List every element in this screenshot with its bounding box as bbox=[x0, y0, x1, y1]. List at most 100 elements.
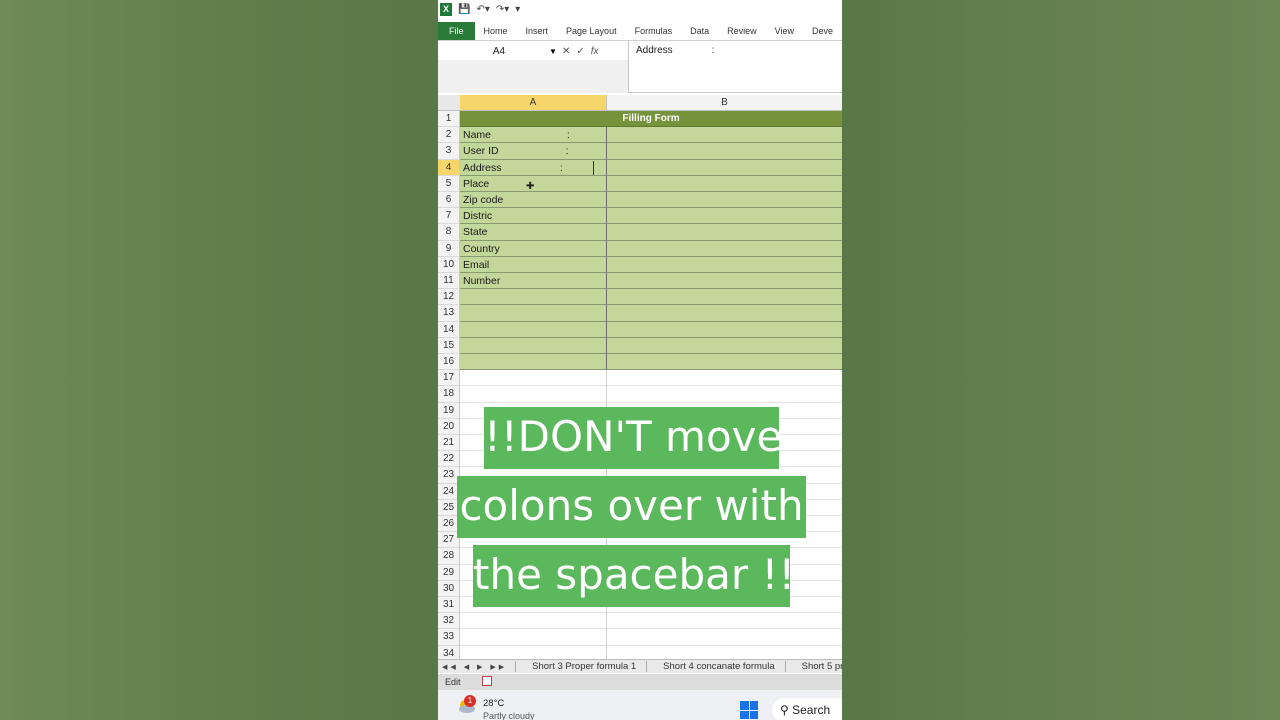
cell-b[interactable] bbox=[607, 354, 842, 371]
tab-insert[interactable]: Insert bbox=[517, 26, 558, 36]
cell-a[interactable] bbox=[460, 305, 607, 322]
row-header[interactable]: 5 bbox=[438, 175, 460, 192]
cell-a[interactable] bbox=[460, 337, 607, 354]
status-mode: Edit bbox=[445, 677, 461, 687]
row-header[interactable]: 29 bbox=[438, 564, 460, 581]
enter-icon[interactable]: ✓ bbox=[576, 44, 584, 60]
name-box[interactable]: A4 bbox=[438, 44, 560, 60]
cell-a[interactable]: Address : bbox=[460, 159, 607, 176]
cell-a[interactable]: Place ✚ bbox=[460, 175, 607, 192]
row-header[interactable]: 18 bbox=[438, 386, 460, 403]
cell-b[interactable] bbox=[607, 143, 842, 160]
cell-b[interactable] bbox=[607, 240, 842, 257]
caption-line-2: colons over with bbox=[457, 476, 806, 538]
cell-b[interactable] bbox=[607, 370, 842, 387]
row-header[interactable]: 3 bbox=[438, 143, 460, 160]
row-header[interactable]: 15 bbox=[438, 337, 460, 354]
tab-page-layout[interactable]: Page Layout bbox=[557, 26, 626, 36]
cell-a[interactable] bbox=[460, 629, 607, 646]
column-header-b[interactable]: B bbox=[607, 95, 842, 111]
cell-b[interactable] bbox=[607, 386, 842, 403]
cell-a[interactable]: State bbox=[460, 224, 607, 241]
cell-a[interactable]: Distric bbox=[460, 208, 607, 225]
row-header[interactable]: 2 bbox=[438, 127, 460, 144]
row-header[interactable]: 12 bbox=[438, 289, 460, 306]
column-header-a[interactable]: A bbox=[460, 95, 607, 111]
row-header[interactable]: 20 bbox=[438, 418, 460, 435]
windows-start-icon[interactable] bbox=[740, 701, 758, 719]
cell-a[interactable] bbox=[460, 289, 607, 306]
select-all-corner[interactable] bbox=[438, 95, 460, 111]
save-icon[interactable]: 💾 bbox=[458, 4, 470, 15]
row-header[interactable]: 6 bbox=[438, 192, 460, 209]
sheet-nav-arrows-icon[interactable]: ◀◀ ◀ ▶ ▶▶ bbox=[442, 663, 507, 671]
cell-a[interactable] bbox=[460, 321, 607, 338]
cell-a[interactable] bbox=[460, 370, 607, 387]
sheet-tab[interactable]: Short 3 Proper formula 1 bbox=[515, 661, 646, 672]
cell-b[interactable] bbox=[607, 289, 842, 306]
cell-b[interactable] bbox=[607, 159, 842, 176]
row-header[interactable]: 19 bbox=[438, 402, 460, 419]
cell-b[interactable] bbox=[607, 256, 842, 273]
customize-icon[interactable]: ▾ bbox=[515, 4, 520, 15]
cell-b[interactable] bbox=[607, 273, 842, 290]
row-header[interactable]: 9 bbox=[438, 240, 460, 257]
row-header[interactable]: 14 bbox=[438, 321, 460, 338]
tab-formulas[interactable]: Formulas bbox=[626, 26, 682, 36]
row-header[interactable]: 21 bbox=[438, 435, 460, 452]
sheet-tab[interactable]: Short 5 pro bbox=[784, 661, 842, 672]
sheet-tab[interactable]: Short 4 concanate formula bbox=[646, 661, 784, 672]
tab-view[interactable]: View bbox=[766, 26, 803, 36]
form-title-cell[interactable]: Filling Form bbox=[460, 111, 842, 128]
row-header[interactable]: 13 bbox=[438, 305, 460, 322]
row-header[interactable]: 1 bbox=[438, 111, 460, 128]
row-header[interactable]: 4 bbox=[438, 159, 460, 176]
cell-b[interactable] bbox=[607, 192, 842, 209]
cell-b[interactable] bbox=[607, 337, 842, 354]
cell-a[interactable]: User ID : bbox=[460, 143, 607, 160]
cell-b[interactable] bbox=[607, 629, 842, 646]
row-header[interactable]: 8 bbox=[438, 224, 460, 241]
cell-b[interactable] bbox=[607, 224, 842, 241]
table-row: 13 bbox=[438, 305, 842, 322]
cell-a[interactable] bbox=[460, 613, 607, 630]
cell-b[interactable] bbox=[607, 321, 842, 338]
row-header[interactable]: 11 bbox=[438, 273, 460, 290]
macro-record-icon[interactable] bbox=[482, 676, 492, 686]
text-caret bbox=[593, 160, 594, 175]
cell-a[interactable]: Name : bbox=[460, 127, 607, 144]
tab-data[interactable]: Data bbox=[681, 26, 718, 36]
redo-icon[interactable]: ↷▾ bbox=[496, 4, 509, 15]
row-header[interactable]: 7 bbox=[438, 208, 460, 225]
insert-function-icon[interactable]: fx bbox=[591, 44, 599, 60]
tab-file[interactable]: File bbox=[438, 22, 475, 40]
row-header[interactable]: 32 bbox=[438, 613, 460, 630]
cell-a[interactable] bbox=[460, 386, 607, 403]
cell-b[interactable] bbox=[607, 305, 842, 322]
cell-a[interactable]: Email bbox=[460, 256, 607, 273]
row-header[interactable]: 28 bbox=[438, 548, 460, 565]
chevron-down-icon[interactable]: ▼ bbox=[549, 44, 557, 60]
cell-a[interactable]: Number bbox=[460, 273, 607, 290]
row-header[interactable]: 31 bbox=[438, 597, 460, 614]
cell-a[interactable] bbox=[460, 354, 607, 371]
row-header[interactable]: 17 bbox=[438, 370, 460, 387]
row-header[interactable]: 22 bbox=[438, 451, 460, 468]
undo-icon[interactable]: ↶▾ bbox=[476, 4, 489, 15]
cell-b[interactable] bbox=[607, 127, 842, 144]
tab-home[interactable]: Home bbox=[475, 26, 517, 36]
row-header[interactable]: 30 bbox=[438, 580, 460, 597]
cell-b[interactable] bbox=[607, 208, 842, 225]
taskbar-search[interactable]: ⚲ Search bbox=[772, 698, 842, 720]
row-header[interactable]: 10 bbox=[438, 256, 460, 273]
tab-review[interactable]: Review bbox=[718, 26, 766, 36]
cell-a[interactable]: Zip code bbox=[460, 192, 607, 209]
cell-b[interactable] bbox=[607, 175, 842, 192]
formula-input[interactable]: Address : bbox=[628, 41, 842, 93]
row-header[interactable]: 33 bbox=[438, 629, 460, 646]
cell-a[interactable]: Country bbox=[460, 240, 607, 257]
row-header[interactable]: 16 bbox=[438, 354, 460, 371]
cancel-icon[interactable]: ✕ bbox=[562, 44, 570, 60]
tab-developer[interactable]: Deve bbox=[803, 26, 842, 36]
cell-b[interactable] bbox=[607, 613, 842, 630]
